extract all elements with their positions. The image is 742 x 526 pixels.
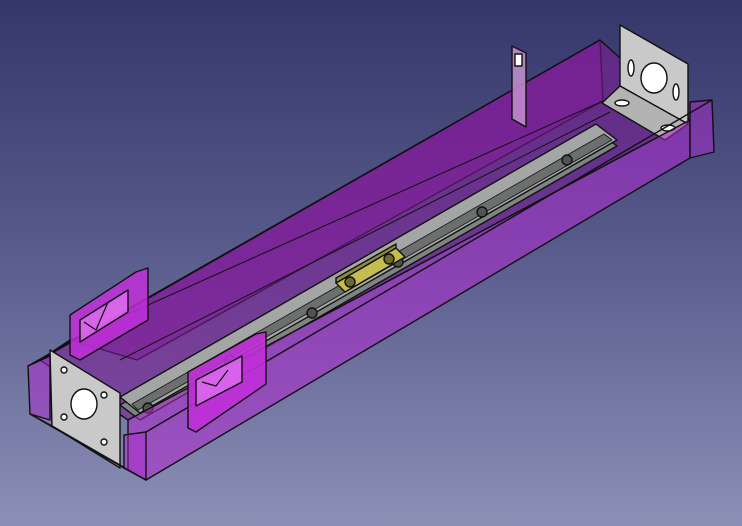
carriage-bolt xyxy=(383,253,395,265)
rear-bracket-bore xyxy=(640,62,668,94)
rear-tab[interactable] xyxy=(511,45,527,128)
rail-bolt xyxy=(476,206,488,218)
rail-bolt xyxy=(561,154,573,166)
channel-near-lip[interactable] xyxy=(123,431,147,481)
channel-floor[interactable] xyxy=(39,39,691,421)
channel-end-wall[interactable] xyxy=(689,99,715,159)
rail-bolt xyxy=(306,307,318,319)
channel-near-flange[interactable] xyxy=(27,355,51,421)
3d-scene[interactable] xyxy=(0,0,742,526)
carriage-bolt xyxy=(344,276,356,288)
3d-viewport[interactable] xyxy=(0,0,742,526)
front-bracket-bore xyxy=(70,388,98,420)
